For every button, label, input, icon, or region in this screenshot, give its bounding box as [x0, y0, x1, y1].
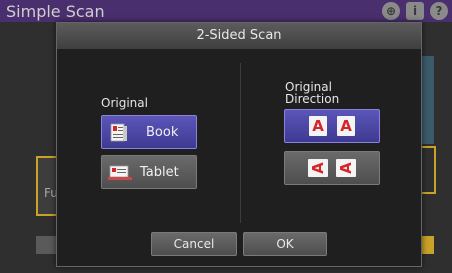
globe-icon[interactable]: ⊕	[382, 2, 400, 20]
background-panel	[420, 56, 434, 144]
original-label: Original	[101, 96, 148, 110]
ok-button[interactable]: OK	[243, 232, 327, 256]
section-divider	[240, 63, 241, 223]
two-sided-scan-dialog: 2-Sided Scan Original Book Tablet Origin…	[56, 22, 422, 267]
background-bar	[36, 236, 58, 254]
rotated-a-icon: A	[336, 159, 356, 177]
upright-a-icon: A	[337, 116, 355, 136]
rotated-a-icon: A	[308, 159, 328, 177]
tablet-label: Tablet	[140, 165, 179, 180]
background-tile	[420, 146, 436, 194]
direction-upright-button[interactable]: A A	[284, 109, 380, 143]
tablet-icon	[108, 165, 132, 180]
book-label: Book	[146, 125, 179, 140]
original-direction-label-line2: Direction	[285, 92, 340, 106]
dialog-title: 2-Sided Scan	[57, 23, 421, 49]
app-title: Simple Scan	[6, 2, 105, 21]
book-icon	[110, 123, 127, 142]
book-button[interactable]: Book	[101, 115, 197, 149]
background-bar-accent	[420, 236, 434, 254]
direction-rotated-button[interactable]: A A	[284, 151, 380, 185]
app-header: Simple Scan ⊕ i ?	[0, 0, 452, 22]
help-icon[interactable]: ?	[430, 2, 448, 20]
cancel-button[interactable]: Cancel	[151, 232, 237, 256]
upright-a-icon: A	[309, 116, 327, 136]
tablet-button[interactable]: Tablet	[101, 155, 197, 189]
info-icon[interactable]: i	[406, 2, 424, 20]
original-direction-label: Original Direction	[285, 81, 339, 105]
